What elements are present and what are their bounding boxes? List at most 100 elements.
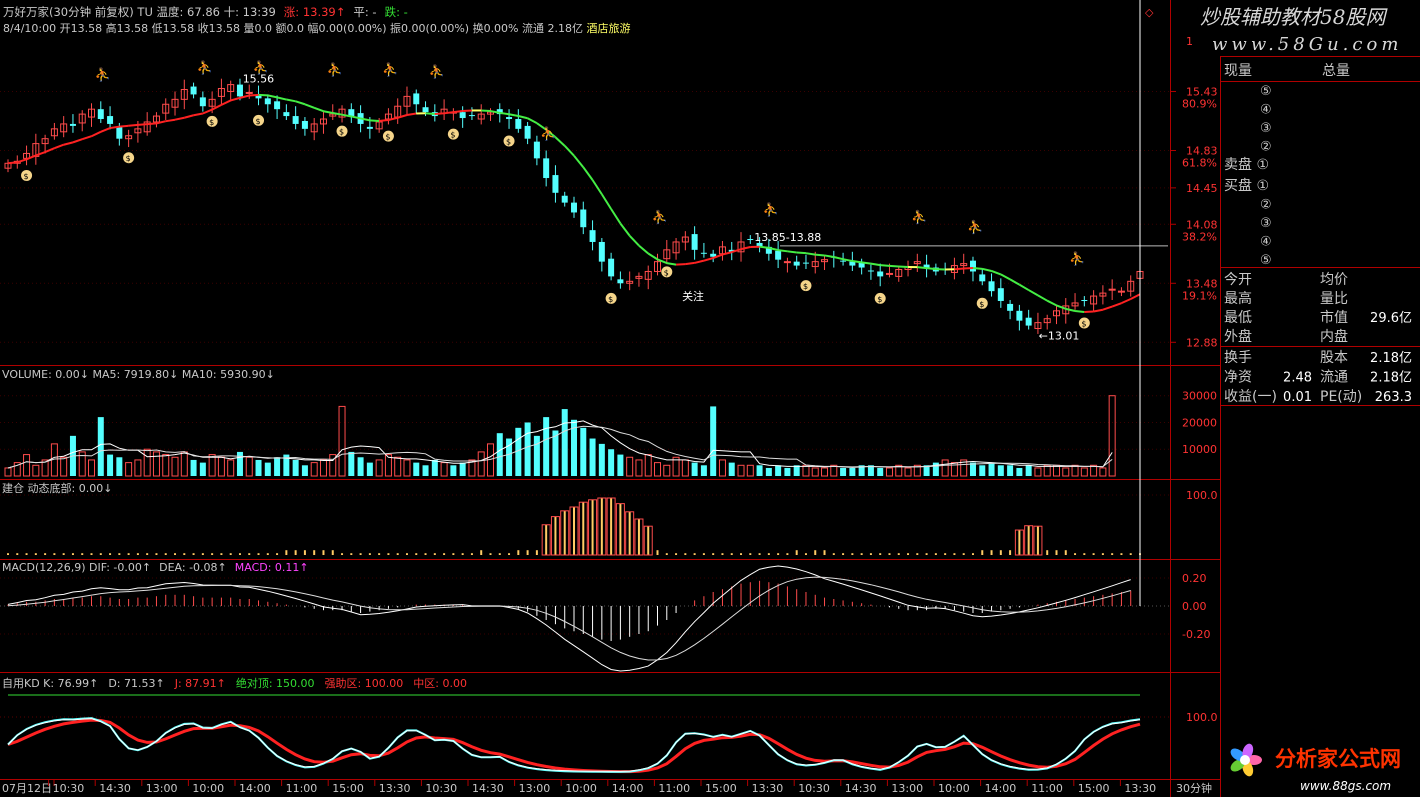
candle-body-down (543, 158, 550, 179)
volume-bar-up (681, 459, 689, 477)
volume-bar-down (691, 462, 698, 476)
candle-body-down (1025, 317, 1032, 326)
header-diamond-icon[interactable]: ◇ (1145, 6, 1154, 19)
ma-segment (54, 143, 65, 150)
stock-chart[interactable]: 万好万家(30分钟 前复权) TU 温度: 67.86 十: 13:39 涨: 1… (0, 0, 1420, 797)
volume-bar-down (877, 467, 884, 476)
volume-bar-down (793, 465, 800, 476)
ask-row: ⑤ (1260, 84, 1272, 99)
macd-title-part-0: MACD(12,26,9) DIF: -0.00↑ (2, 561, 151, 574)
ma-segment (184, 114, 194, 119)
candle-body-down (840, 260, 847, 262)
volume-bar-down (301, 465, 308, 476)
ma-segment (685, 261, 695, 266)
candle-body-down (608, 258, 615, 277)
ma-segment (694, 259, 705, 264)
stat-label: 内盘 (1320, 328, 1348, 345)
volume-bar-up (811, 467, 819, 477)
volume-bar-up (718, 459, 726, 477)
macd-title-part-2: MACD: 0.11↑ (235, 561, 309, 574)
logo-url: www.88gs.com (1300, 779, 1391, 793)
ma-segment (852, 260, 862, 264)
volume-bar-down (255, 459, 262, 476)
price-candles (4, 78, 1144, 334)
volume-bar-up (626, 456, 634, 477)
time-label: 07月12日 (2, 782, 52, 795)
volume-bar-up (635, 459, 643, 477)
fund-label: PE(动) (1320, 389, 1362, 405)
volume-bar-up (1071, 464, 1079, 477)
ma-segment (91, 130, 102, 138)
fund-value: 263.3 (1375, 390, 1412, 405)
time-label: 10:30 (798, 782, 830, 795)
volume-bar-up (1052, 464, 1060, 477)
money-bag-sign: $ (1081, 319, 1086, 328)
volume-bar-down (969, 462, 976, 476)
candle-body-down (190, 86, 197, 95)
stat-label: 今开 (1224, 272, 1252, 288)
volume-bar-up (904, 467, 912, 477)
volume-bar-up (1062, 467, 1070, 477)
ma-segment (972, 267, 983, 270)
volume-bar-down (840, 467, 847, 476)
volume-bar-down (728, 462, 735, 476)
time-label: 10:00 (192, 782, 224, 795)
low-annotation: ←13.01 (1039, 330, 1080, 343)
fund-value: 0.01 (1283, 390, 1312, 405)
header-title: 万好万家(30分钟 前复权) TU 温度: 67.86 十: 13:39 涨: 1… (3, 5, 408, 19)
volume-bar-down (366, 462, 373, 476)
volume-bar-up (644, 454, 652, 477)
price-tick-label: 14.45 (1186, 182, 1218, 195)
kd-tick-label: 100.0 (1186, 711, 1218, 724)
candle-body-down (413, 93, 420, 105)
ma-segment (870, 262, 881, 267)
candle-body-down (775, 250, 782, 260)
ma-segment (1000, 273, 1011, 281)
ma-segment (7, 161, 18, 165)
time-label: 15:00 (332, 782, 364, 795)
macd-title-part-1: DEA: -0.08↑ (159, 561, 227, 574)
ma-segment (991, 270, 1002, 276)
ma-segment (425, 112, 435, 115)
volume-bar-down (431, 459, 438, 476)
stat-label: 外盘 (1224, 328, 1252, 345)
ma-segment (1065, 307, 1076, 312)
ma-segment (323, 110, 333, 114)
bid-row: ⑤ (1260, 253, 1272, 268)
stat-label: 量比 (1320, 291, 1348, 307)
candle-body-down (867, 270, 874, 272)
time-label: 14:30 (845, 782, 877, 795)
volume-bar-down (765, 467, 772, 476)
volume-bar-up (152, 451, 160, 477)
ma-segment (600, 193, 612, 210)
watch-annotation: 关注 (682, 289, 704, 303)
ma-segment (35, 151, 46, 157)
candle-body-down (793, 261, 800, 266)
volume-bar-down (459, 462, 466, 476)
ma-segment (369, 119, 380, 122)
volume-bar-up (394, 456, 402, 477)
ma-segment (647, 252, 659, 261)
candle-body-down (598, 241, 605, 262)
ma-segment (815, 253, 825, 257)
fund-label: 净资 (1224, 370, 1252, 386)
ma-segment (26, 154, 37, 161)
ma-segment (286, 98, 296, 103)
ma-segment (100, 127, 111, 133)
ma-segment (722, 251, 732, 256)
build-bars (0, 494, 1170, 556)
ma-segment (1102, 305, 1113, 311)
build-title: 建仓 动态底部: 0.00↓ (2, 481, 112, 495)
ma-segment (573, 155, 585, 168)
ma-segment (554, 136, 566, 147)
ma-segment (1130, 293, 1141, 300)
fund-label: 收益(一) (1224, 389, 1277, 405)
ask-row: ④ (1260, 103, 1272, 118)
candle-body-up (885, 272, 893, 275)
time-label: 13:30 (752, 782, 784, 795)
ma-segment (313, 106, 324, 113)
period-label[interactable]: 30分钟 (1176, 781, 1212, 795)
ma-segment (81, 135, 92, 141)
kd-title-part-1: D: 71.53↑ (108, 677, 164, 690)
volume-bar-up (1043, 464, 1051, 477)
